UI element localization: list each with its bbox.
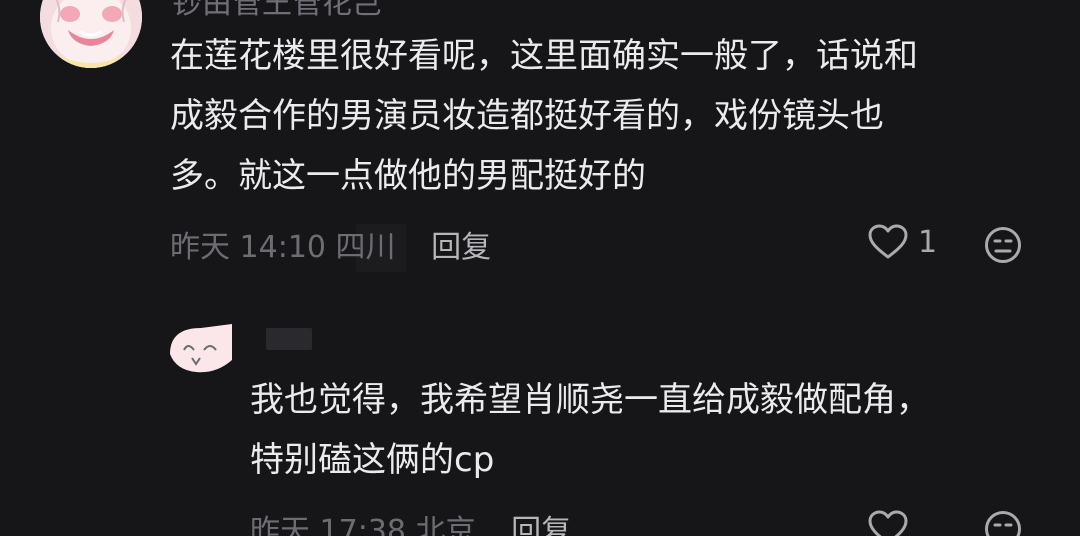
reply-button[interactable]: 回复 (511, 514, 571, 536)
avatar[interactable] (40, 0, 142, 68)
avatar-image (170, 324, 232, 373)
username[interactable]: 钞由管王管花芑 (172, 0, 382, 22)
reply-text: 我也觉得，我希望肖顺尧一直给成毅做配角， 特别磕这俩的cp (250, 380, 930, 480)
comment-meta: 昨天 14:10 四川 回复 (170, 222, 491, 266)
comment-thread: 钞由管王管花芑 在莲花楼里很好看呢，这里面确实一般了，话说和 成毅合作的男演员妆… (0, 0, 1080, 536)
neutral-face-icon (985, 227, 1021, 263)
reply-like-button[interactable] (868, 510, 908, 536)
reply-meta: 昨天 17:38 北京 回复 (250, 506, 571, 536)
reply-avatar[interactable] (170, 324, 232, 374)
reply-time: 昨天 17:38 北京 (250, 514, 476, 536)
dislike-button[interactable] (984, 226, 1022, 268)
heart-icon (868, 224, 908, 259)
comment-text: 在莲花楼里很好看呢，这里面确实一般了，话说和 成毅合作的男演员妆造都挺好看的，戏… (170, 36, 918, 196)
reply-button[interactable]: 回复 (431, 230, 491, 265)
avatar-image (40, 0, 142, 68)
like-count: 1 (918, 224, 938, 260)
redacted-username (266, 328, 312, 350)
reply-dislike-button[interactable] (984, 510, 1022, 536)
like-button[interactable]: 1 (868, 224, 937, 260)
neutral-face-icon (985, 511, 1021, 536)
comment-time: 昨天 14:10 四川 (170, 230, 396, 265)
heart-icon (868, 510, 908, 536)
